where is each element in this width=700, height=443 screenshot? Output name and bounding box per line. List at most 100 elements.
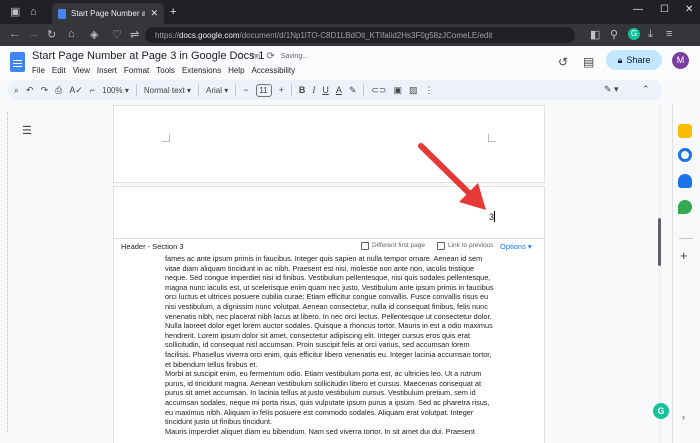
scrollbar-track[interactable] — [658, 104, 662, 443]
toolbar-divider — [290, 84, 292, 96]
font-size-field[interactable]: 11 — [255, 83, 272, 97]
decrease-font-icon[interactable]: − — [243, 85, 248, 95]
site-info-icon[interactable]: ⇌ — [130, 28, 139, 41]
star-icon[interactable]: ☆ — [236, 51, 245, 62]
toolbar-divider — [363, 84, 365, 96]
keep-icon[interactable] — [678, 124, 692, 138]
menu-accessibility[interactable]: Accessibility — [252, 66, 296, 75]
tasks-icon[interactable] — [678, 148, 692, 162]
redo-icon[interactable]: ↷ — [41, 85, 49, 96]
url-field[interactable]: https://docs.google.com/document/d/1Np1l… — [145, 27, 575, 43]
grammarly-icon[interactable]: G — [653, 403, 669, 419]
toolbar-divider — [235, 84, 237, 96]
different-first-page-label[interactable]: Different first page — [372, 242, 425, 249]
pocket-icon[interactable]: ◧ — [590, 28, 600, 41]
more-options-icon[interactable]: ⋮ — [425, 85, 434, 96]
vertical-ruler — [7, 112, 8, 432]
menu-view[interactable]: View — [73, 66, 90, 75]
search-menus-icon[interactable]: ⌕ — [14, 85, 19, 96]
tab-title: Start Page Number at Page 3 in Google Do… — [71, 9, 146, 18]
link-to-previous-checkbox[interactable] — [437, 242, 445, 250]
spellcheck-icon[interactable]: A✓ — [69, 85, 83, 96]
menu-tools[interactable]: Tools — [156, 66, 175, 75]
menu-insert[interactable]: Insert — [97, 66, 117, 75]
cloud-sync-icon: ⟳ — [266, 51, 275, 62]
address-bar-row: ← → ↻ ⌂ ◈ ♡ ⇌ https://docs.google.com/do… — [0, 24, 700, 46]
underline-button[interactable]: U — [322, 85, 329, 95]
menu-edit[interactable]: Edit — [52, 66, 66, 75]
url-prefix: https:// — [155, 30, 180, 40]
menu-help[interactable]: Help — [228, 66, 244, 75]
link-icon[interactable]: ⊂⊃ — [371, 85, 386, 96]
tab-close-icon[interactable]: ✕ — [150, 8, 158, 19]
saving-status: Saving... — [280, 53, 309, 60]
menu-icon[interactable]: ≡ — [666, 28, 672, 40]
bold-button[interactable]: B — [299, 85, 306, 95]
editing-mode-icon[interactable]: ✎ ▾ — [604, 84, 619, 95]
margin-corner — [488, 134, 496, 142]
extensions-icon[interactable]: ⚲ — [610, 28, 618, 41]
margin-corner — [162, 134, 170, 142]
bookmark-icon[interactable]: ♡ — [112, 28, 122, 41]
toolbar-divider — [135, 84, 137, 96]
header-options-bar: Header - Section 3 Different first page … — [114, 238, 544, 253]
text-color-button[interactable]: A — [336, 85, 342, 95]
reload-icon[interactable]: ↻ — [47, 28, 56, 41]
page-previous — [114, 106, 544, 182]
maps-icon[interactable] — [678, 200, 692, 214]
vertical-tabs-icon[interactable]: ⌂ — [30, 5, 37, 19]
url-path: /document/d/1Np1lTO-C8D1LBdOit_KTIfalid2… — [239, 30, 493, 40]
header-options-button[interactable]: Options ▾ — [500, 242, 532, 251]
docs-logo-icon[interactable] — [10, 52, 25, 72]
document-body-text[interactable]: fames ac ante ipsum primis in faucibus. … — [165, 254, 495, 443]
link-to-previous-label[interactable]: Link to previous — [448, 242, 494, 249]
different-first-page-checkbox[interactable] — [361, 242, 369, 250]
forward-icon[interactable]: → — [28, 28, 39, 40]
minimize-button[interactable]: — — [633, 4, 643, 15]
grammarly-extension-icon[interactable]: G — [628, 28, 640, 40]
document-title[interactable]: Start Page Number at Page 3 in Google Do… — [32, 50, 264, 62]
share-label: Share — [626, 55, 651, 65]
menu-bar: File Edit View Insert Format Tools Exten… — [32, 66, 295, 75]
avatar[interactable]: M — [672, 52, 689, 69]
font-select[interactable]: Arial ▾ — [206, 86, 228, 95]
formatting-toolbar: ⌕ ↶ ↷ ⎙ A✓ ⌐ 100% ▾ Normal text ▾ Arial … — [8, 80, 662, 100]
get-addons-button[interactable]: + — [680, 248, 688, 263]
font-value: Arial — [206, 85, 223, 95]
header-section-label: Header - Section 3 — [121, 242, 184, 251]
home-icon[interactable]: ⌂ — [68, 28, 75, 40]
style-value: Normal text — [143, 85, 185, 95]
italic-button[interactable]: I — [312, 85, 315, 95]
scrollbar-thumb[interactable] — [658, 218, 661, 266]
document-outline-icon[interactable]: ☰ — [22, 124, 32, 137]
browser-tab[interactable]: Start Page Number at Page 3 in Google Do… — [52, 3, 164, 24]
back-icon[interactable]: ← — [9, 28, 20, 40]
title-actions: ☆ ▭ ⟳ Saving... — [236, 51, 308, 62]
expand-side-panel-icon[interactable]: › — [682, 412, 685, 422]
download-icon[interactable]: ⤓ — [648, 28, 653, 41]
version-history-icon[interactable]: ↺ — [558, 55, 568, 69]
comments-icon[interactable]: ▤ — [583, 55, 594, 69]
shield-icon[interactable]: ◈ — [90, 28, 98, 41]
contacts-icon[interactable] — [678, 174, 692, 188]
new-tab-button[interactable]: + — [170, 5, 176, 19]
insert-image-icon[interactable]: ▨ — [409, 85, 418, 96]
zoom-select[interactable]: 100% ▾ — [102, 86, 129, 95]
menu-file[interactable]: File — [32, 66, 45, 75]
highlight-icon[interactable]: ✎ — [349, 85, 357, 96]
menu-extensions[interactable]: Extensions — [182, 66, 221, 75]
maximize-button[interactable]: ☐ — [660, 4, 669, 15]
add-comment-icon[interactable]: ▣ — [393, 85, 402, 96]
paint-format-icon[interactable]: ⌐ — [90, 85, 95, 95]
hide-menus-icon[interactable]: ⌃ — [642, 84, 650, 95]
print-icon[interactable]: ⎙ — [55, 85, 62, 96]
tab-search-icon[interactable]: ▣ — [10, 5, 20, 19]
style-select[interactable]: Normal text ▾ — [144, 86, 191, 95]
lock-icon: 🔒︎ — [617, 54, 623, 65]
close-window-button[interactable]: ✕ — [685, 4, 693, 15]
increase-font-icon[interactable]: + — [279, 85, 284, 95]
share-button[interactable]: 🔒︎ Share — [606, 50, 662, 70]
menu-format[interactable]: Format — [124, 66, 149, 75]
undo-icon[interactable]: ↶ — [26, 85, 34, 96]
move-folder-icon[interactable]: ▭ — [251, 51, 260, 62]
